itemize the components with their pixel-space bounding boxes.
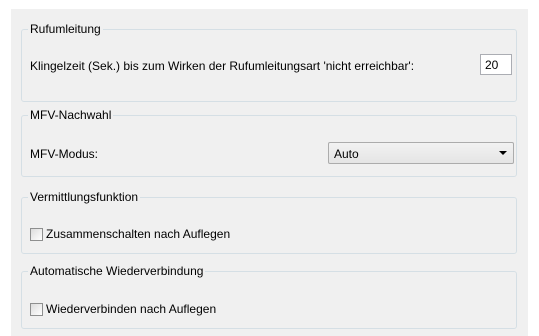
vermittlungsfunktion-legend: Vermittlungsfunktion bbox=[28, 190, 141, 204]
wiederverbinden-checkbox-row[interactable]: Wiederverbinden nach Auflegen bbox=[30, 302, 216, 316]
settings-panel: Rufumleitung Klingelzeit (Sek.) bis zum … bbox=[11, 9, 528, 336]
wiederverbinden-label: Wiederverbinden nach Auflegen bbox=[46, 302, 217, 316]
mfv-nachwahl-legend: MFV-Nachwahl bbox=[28, 108, 114, 122]
rufumleitung-group: Rufumleitung Klingelzeit (Sek.) bis zum … bbox=[21, 22, 517, 102]
mfv-mode-label: MFV-Modus: bbox=[30, 147, 99, 161]
chevron-down-icon bbox=[499, 151, 507, 155]
mfv-nachwahl-group: MFV-Nachwahl MFV-Modus: Auto bbox=[21, 108, 517, 177]
zusammenschalten-label: Zusammenschalten nach Auflegen bbox=[46, 227, 231, 241]
vermittlungsfunktion-group: Vermittlungsfunktion Zusammenschalten na… bbox=[21, 190, 517, 254]
wiederverbindung-group: Automatische Wiederverbindung Wiederverb… bbox=[21, 264, 517, 329]
zusammenschalten-checkbox[interactable] bbox=[30, 227, 43, 241]
rufumleitung-legend: Rufumleitung bbox=[28, 22, 103, 36]
ring-time-input[interactable]: 20 bbox=[480, 54, 512, 75]
wiederverbinden-checkbox[interactable] bbox=[30, 302, 43, 316]
wiederverbindung-legend: Automatische Wiederverbindung bbox=[28, 264, 206, 278]
mfv-mode-selected: Auto bbox=[334, 147, 359, 161]
mfv-mode-dropdown[interactable]: Auto bbox=[328, 142, 514, 164]
ring-time-value: 20 bbox=[485, 58, 499, 72]
ring-time-label: Klingelzeit (Sek.) bis zum Wirken der Ru… bbox=[30, 59, 415, 73]
zusammenschalten-checkbox-row[interactable]: Zusammenschalten nach Auflegen bbox=[30, 227, 230, 241]
